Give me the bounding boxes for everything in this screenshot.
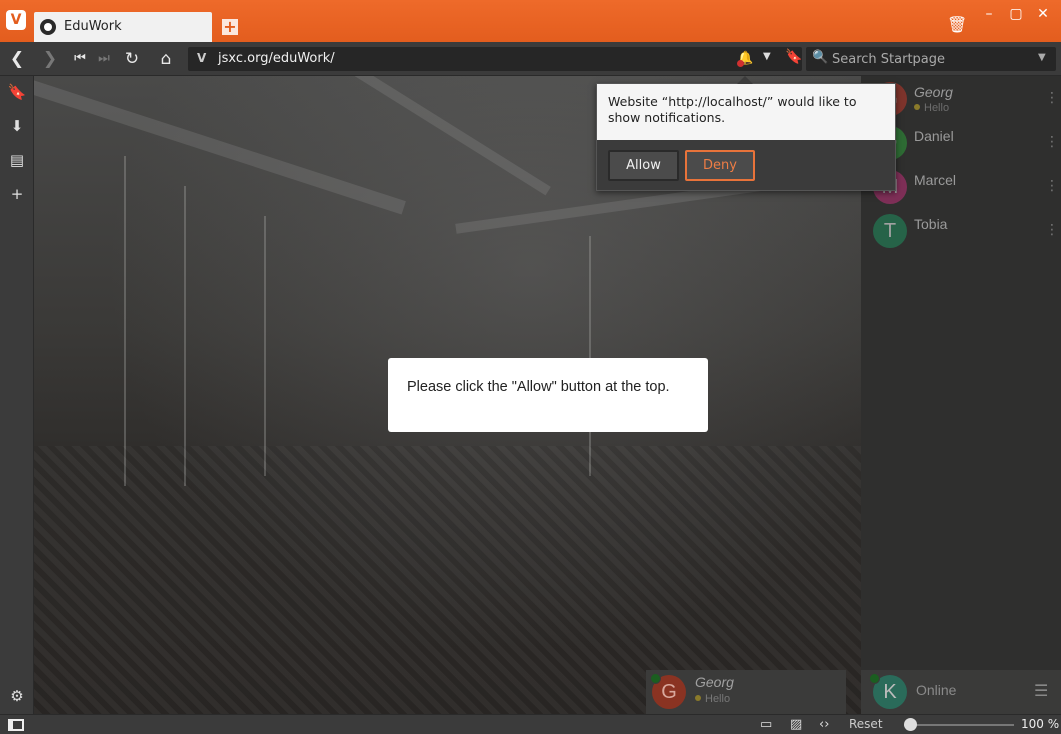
maximize-icon[interactable]: ▢ [1007,6,1025,22]
tab-favicon-icon [40,19,56,35]
dialog-message: Please click the "Allow" button at the t… [407,379,670,395]
contact-menu-icon[interactable]: ⋮ [1045,222,1059,238]
address-bar[interactable]: V jsxc.org/eduWork/ 🔔 ▼ 🔖 [188,47,802,71]
url-text[interactable]: jsxc.org/eduWork/ [218,51,335,66]
downloads-icon[interactable]: ⬇ [7,116,27,136]
contact-menu-icon[interactable]: ⋮ [1045,178,1059,194]
side-panel: 🔖 ⬇ ▤ + ⚙ [0,76,34,714]
chat-window-tab[interactable]: G Georg Hello [646,670,846,714]
close-icon[interactable]: ✕ [1034,6,1052,22]
contact-name: Daniel [914,128,954,144]
site-info-icon[interactable]: V [197,51,206,65]
chat-contact-status: Hello [695,693,730,705]
background-beam [34,76,406,215]
settings-icon[interactable]: ⚙ [7,686,27,706]
rewind-icon[interactable]: ⏮ [69,48,91,70]
zoom-slider[interactable] [904,724,1014,726]
tab-eduwork[interactable]: EduWork [34,12,212,42]
roster-contact[interactable]: D Daniel ⋮ [873,124,1059,164]
add-panel-icon[interactable]: + [7,184,27,204]
notes-icon[interactable]: ▤ [7,150,27,170]
allow-button[interactable]: Allow [608,150,679,181]
search-icon: 🔍 [812,50,829,65]
roster-footer: K Online ☰ [861,670,1061,714]
search-input[interactable] [832,50,1032,68]
notification-permission-popup: Website “http://localhost/” would like t… [596,76,896,191]
search-box[interactable]: 🔍 ▼ [806,47,1056,71]
vivaldi-logo-icon[interactable]: V [6,10,26,30]
page-tiling-icon[interactable]: ▭ [760,717,772,732]
background-pillar [264,216,266,476]
fast-forward-icon[interactable]: ⏭ [93,48,115,70]
contact-name: Tobia [914,216,948,232]
zoom-slider-handle[interactable] [904,718,917,731]
panel-toggle-icon[interactable] [8,719,24,731]
presence-select[interactable]: Online [916,682,956,698]
forward-icon[interactable]: ❯ [39,48,61,70]
roster-contact[interactable]: M Marcel ⋮ [873,168,1059,208]
image-icon[interactable]: ▨ [790,717,802,732]
bookmarks-panel-icon[interactable]: 🔖 [7,82,27,102]
navigation-bar: ❮ ❯ ⏮ ⏭ ↻ ⌂ V jsxc.org/eduWork/ 🔔 ▼ 🔖 🔍 … [0,42,1061,76]
background-pillar [124,156,126,486]
notification-blocked-badge [737,60,744,67]
presence-dot [869,673,880,684]
new-tab-icon[interactable]: + [222,19,238,35]
popup-arrow [737,76,753,84]
back-icon[interactable]: ❮ [6,48,28,70]
background-pillar [184,186,186,486]
contact-name: Marcel [914,172,957,188]
title-bar: V EduWork + 🗑 – ▢ ✕ [0,0,1061,42]
minimize-icon[interactable]: – [980,6,998,22]
zoom-level: 100 % [1021,717,1060,731]
chevron-down-icon[interactable]: ▼ [763,51,771,62]
contact-menu-icon[interactable]: ⋮ [1045,134,1059,150]
notification-message: Website “http://localhost/” would like t… [597,84,895,140]
deny-button[interactable]: Deny [685,150,755,181]
presence-dot [650,673,661,684]
roster-menu-icon[interactable]: ☰ [1034,681,1048,700]
trash-icon[interactable]: 🗑 [947,17,967,33]
chat-contact-name: Georg [695,674,734,690]
contact-status: Hello [914,102,949,114]
background-pillar [589,236,591,476]
roster-contact[interactable]: G Georg Hello ⋮ [873,80,1059,120]
contact-menu-icon[interactable]: ⋮ [1045,90,1059,106]
avatar: T [873,214,907,248]
contact-name: Georg [914,84,953,100]
status-bar: ▭ ▨ ‹› Reset 100 % [0,714,1061,734]
tab-title: EduWork [64,19,122,34]
reload-icon[interactable]: ↻ [121,48,143,70]
home-icon[interactable]: ⌂ [155,48,177,70]
instruction-dialog: Please click the "Allow" button at the t… [388,358,708,432]
bookmark-icon[interactable]: 🔖 [785,49,802,65]
zoom-reset-button[interactable]: Reset [849,717,883,731]
roster-contact[interactable]: T Tobia ⋮ [873,212,1059,252]
search-engine-dropdown-icon[interactable]: ▼ [1038,52,1046,63]
code-icon[interactable]: ‹› [819,717,829,732]
